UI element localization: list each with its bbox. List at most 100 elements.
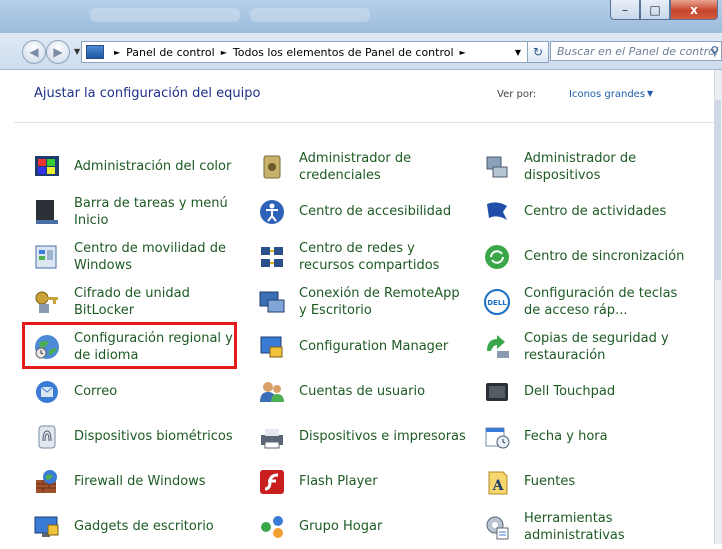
item-label[interactable]: Flash Player	[299, 473, 378, 490]
search-placeholder: Buscar en el Panel de control	[557, 44, 718, 58]
breadcrumb-separator[interactable]: ►	[221, 48, 227, 57]
item-grupo-hogar[interactable]: Grupo Hogar	[257, 504, 467, 549]
item-label[interactable]: Copias de seguridad y restauración	[524, 330, 692, 364]
item-flash-player[interactable]: Flash Player	[257, 459, 467, 504]
address-dropdown-icon[interactable]: ▼	[515, 48, 521, 57]
item-fecha-y-hora[interactable]: Fecha y hora	[482, 414, 692, 459]
scrollbar-thumb[interactable]	[715, 100, 721, 280]
action-center-flag-icon	[482, 197, 512, 227]
item-label[interactable]: Centro de accesibilidad	[299, 203, 451, 220]
title-bar-blur	[250, 8, 370, 22]
item-label[interactable]: Cifrado de unidad BitLocker	[74, 285, 242, 319]
item-label[interactable]: Correo	[74, 383, 117, 400]
item-label[interactable]: Barra de tareas y menú Inicio	[74, 195, 242, 229]
item-label[interactable]: Centro de redes y recursos compartidos	[299, 240, 467, 274]
item-label[interactable]: Centro de movilidad de Windows	[74, 240, 242, 274]
item-label[interactable]: Configuration Manager	[299, 338, 448, 355]
view-by-dropdown[interactable]: Iconos grandes	[569, 89, 645, 100]
item-dispositivos-biometricos[interactable]: Dispositivos biométricos	[32, 414, 242, 459]
item-label[interactable]: Dispositivos e impresoras	[299, 428, 466, 445]
item-label[interactable]: Firewall de Windows	[74, 473, 206, 490]
device-manager-icon	[482, 152, 512, 182]
item-label[interactable]: Centro de actividades	[524, 203, 666, 220]
minimize-button[interactable]: –	[610, 0, 640, 20]
item-label[interactable]: Configuración de teclas de acceso ráp...	[524, 285, 692, 319]
firewall-icon	[32, 467, 62, 497]
user-accounts-icon	[257, 377, 287, 407]
item-herramientas-administrativas[interactable]: Herramientas administrativas	[482, 504, 692, 549]
item-firewall-de-windows[interactable]: Firewall de Windows	[32, 459, 242, 504]
item-label[interactable]: Dell Touchpad	[524, 383, 615, 400]
chevron-down-icon[interactable]: ▼	[647, 89, 653, 98]
item-centro-de-accesibilidad[interactable]: Centro de accesibilidad	[257, 189, 467, 234]
window-title-bar: – □ x	[0, 0, 722, 33]
item-centro-de-actividades[interactable]: Centro de actividades	[482, 189, 692, 234]
item-label[interactable]: Administración del color	[74, 158, 231, 175]
address-bar[interactable]: ► Panel de control ► Todos los elementos…	[81, 41, 528, 63]
color-management-icon	[32, 152, 62, 182]
item-centro-de-redes[interactable]: Centro de redes y recursos compartidos	[257, 234, 467, 279]
network-center-icon	[257, 242, 287, 272]
desktop-gadgets-icon	[32, 512, 62, 542]
item-conexion-remoteapp[interactable]: Conexión de RemoteApp y Escritorio	[257, 279, 467, 324]
forward-button[interactable]: ▶	[46, 40, 70, 64]
mail-icon	[32, 377, 62, 407]
configuration-manager-icon	[257, 332, 287, 362]
item-fuentes[interactable]: A Fuentes	[482, 459, 692, 504]
item-centro-de-sincronizacion[interactable]: Centro de sincronización	[482, 234, 692, 279]
item-dispositivos-e-impresoras[interactable]: Dispositivos e impresoras	[257, 414, 467, 459]
search-icon[interactable]: ⚲	[710, 44, 719, 58]
item-configuracion-de-teclas[interactable]: DELL Configuración de teclas de acceso r…	[482, 279, 692, 324]
item-label[interactable]: Fuentes	[524, 473, 575, 490]
item-label[interactable]: Fecha y hora	[524, 428, 608, 445]
item-administrador-de-dispositivos[interactable]: Administrador de dispositivos	[482, 144, 692, 189]
backup-restore-icon	[482, 332, 512, 362]
view-by-label: Ver por:	[497, 89, 537, 100]
item-label[interactable]: Dispositivos biométricos	[74, 428, 233, 445]
admin-tools-icon	[482, 512, 512, 542]
item-dell-touchpad[interactable]: Dell Touchpad	[482, 369, 692, 414]
svg-text:DELL: DELL	[487, 299, 507, 307]
item-copias-de-seguridad[interactable]: Copias de seguridad y restauración	[482, 324, 692, 369]
maximize-button[interactable]: □	[640, 0, 670, 20]
breadcrumb-separator[interactable]: ►	[114, 48, 120, 57]
window-controls: – □ x	[610, 0, 718, 20]
fingerprint-icon	[32, 422, 62, 452]
vertical-scrollbar[interactable]	[714, 70, 722, 544]
item-label[interactable]: Gadgets de escritorio	[74, 518, 214, 535]
touchpad-icon	[482, 377, 512, 407]
flash-player-icon	[257, 467, 287, 497]
breadcrumb-separator[interactable]: ►	[460, 48, 466, 57]
item-label[interactable]: Grupo Hogar	[299, 518, 382, 535]
item-label[interactable]: Herramientas administrativas	[524, 510, 692, 544]
selection-highlight	[22, 322, 237, 369]
bitlocker-key-icon	[32, 287, 62, 317]
item-label[interactable]: Centro de sincronización	[524, 248, 684, 265]
item-administrador-de-credenciales[interactable]: Administrador de credenciales	[257, 144, 467, 189]
item-correo[interactable]: Correo	[32, 369, 242, 414]
back-button[interactable]: ◀	[22, 40, 46, 64]
item-gadgets-de-escritorio[interactable]: Gadgets de escritorio	[32, 504, 242, 549]
item-centro-de-movilidad[interactable]: Centro de movilidad de Windows	[32, 234, 242, 279]
item-cuentas-de-usuario[interactable]: Cuentas de usuario	[257, 369, 467, 414]
item-configuration-manager[interactable]: Configuration Manager	[257, 324, 467, 369]
taskbar-icon	[32, 197, 62, 227]
refresh-button[interactable]: ↻	[527, 41, 549, 63]
item-label[interactable]: Cuentas de usuario	[299, 383, 425, 400]
credential-manager-icon	[257, 152, 287, 182]
sync-center-icon	[482, 242, 512, 272]
item-label[interactable]: Administrador de credenciales	[299, 150, 467, 184]
close-button[interactable]: x	[670, 0, 718, 20]
remoteapp-icon	[257, 287, 287, 317]
recent-pages-dropdown[interactable]: ▼	[74, 47, 80, 56]
breadcrumb-todos-los-elementos[interactable]: Todos los elementos de Panel de control	[233, 46, 454, 59]
item-label[interactable]: Conexión de RemoteApp y Escritorio	[299, 285, 467, 319]
item-administracion-del-color[interactable]: Administración del color	[32, 144, 242, 189]
item-barra-de-tareas[interactable]: Barra de tareas y menú Inicio	[32, 189, 242, 234]
control-panel-icon	[86, 45, 104, 59]
item-cifrado-bitlocker[interactable]: Cifrado de unidad BitLocker	[32, 279, 242, 324]
item-label[interactable]: Administrador de dispositivos	[524, 150, 692, 184]
printer-icon	[257, 422, 287, 452]
breadcrumb-panel-de-control[interactable]: Panel de control	[126, 46, 215, 59]
search-input[interactable]: Buscar en el Panel de control ⚲	[550, 41, 722, 61]
